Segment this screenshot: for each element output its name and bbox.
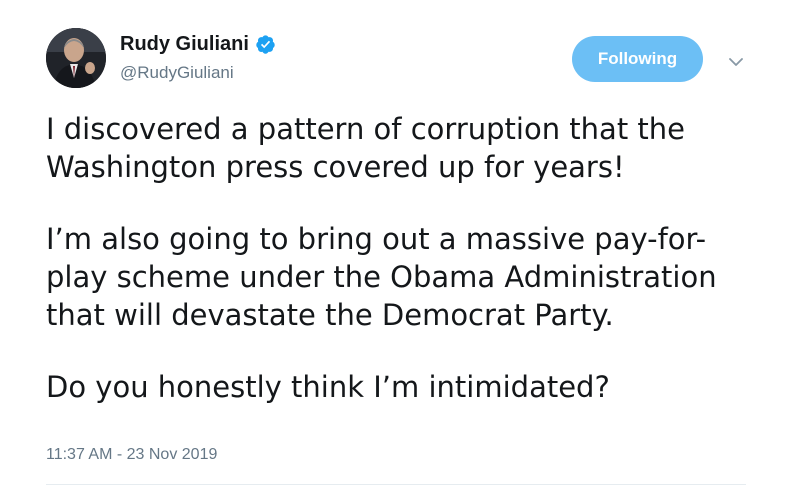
tweet-card: Rudy Giuliani @RudyGiuliani Following I … [0,0,792,486]
more-options-button[interactable] [724,50,748,74]
tweet-timestamp[interactable]: 11:37 AM - 23 Nov 2019 [46,446,217,464]
avatar-image [46,28,106,88]
author-name-row[interactable]: Rudy Giuliani [120,32,276,56]
tweet-paragraph: I discovered a pattern of corruption tha… [46,110,776,186]
tweet-paragraph: I’m also going to bring out a massive pa… [46,220,776,334]
tweet-line: Washington press covered up for years! [46,150,625,184]
tweet-line: Do you honestly think I’m intimidated? [46,370,610,404]
author-handle[interactable]: @RudyGiuliani [120,62,234,84]
tweet-text: I discovered a pattern of corruption tha… [46,110,776,406]
tweet-line: that will devastate the Democrat Party. [46,298,614,332]
verified-badge-icon [255,34,276,55]
following-button[interactable]: Following [572,36,703,82]
tweet-line: I discovered a pattern of corruption tha… [46,112,686,146]
tweet-line: play scheme under the Obama Administrati… [46,260,717,294]
tweet-paragraph: Do you honestly think I’m intimidated? [46,368,776,406]
avatar[interactable] [46,28,106,88]
tweet-line: I’m also going to bring out a massive pa… [46,222,707,256]
author-display-name[interactable]: Rudy Giuliani [120,32,249,56]
chevron-down-icon [729,57,743,66]
divider [46,484,746,485]
